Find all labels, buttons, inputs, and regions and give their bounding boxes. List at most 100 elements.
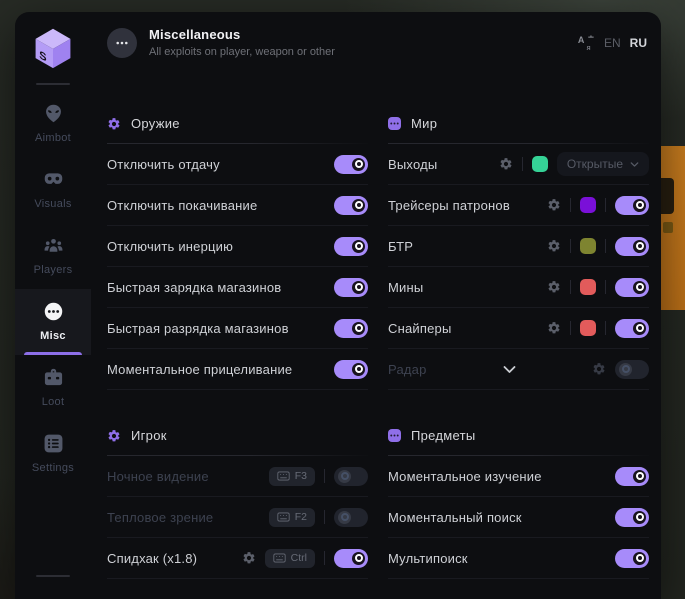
page-subtitle: All exploits on player, weapon or other: [149, 46, 335, 58]
setting-row-fast-reload: Быстрая зарядка магазинов: [107, 267, 368, 308]
setting-row-exits: Выходы Открытые: [388, 144, 649, 185]
exits-dropdown[interactable]: Открытые: [557, 152, 649, 176]
translate-icon: [577, 34, 595, 52]
setting-label: Отключить покачивание: [107, 198, 257, 213]
setting-row-fast-unload: Быстрая разрядка магазинов: [107, 308, 368, 349]
toggle-switch[interactable]: [334, 360, 368, 379]
color-swatch[interactable]: [580, 279, 596, 295]
players-icon: [43, 235, 64, 256]
setting-row-no-sway: Отключить покачивание: [107, 185, 368, 226]
section-title: Игрок: [131, 428, 167, 443]
sidebar-item-loot[interactable]: Loot: [15, 355, 91, 421]
hotkey-label: F3: [295, 470, 307, 482]
gear-icon[interactable]: [242, 551, 256, 565]
section-title: Мир: [411, 116, 437, 131]
control-divider: [324, 469, 325, 483]
background-artifact-mark: [661, 178, 674, 214]
cheat-menu-window: Aimbot Visuals Players Misc Loot Setting…: [15, 12, 661, 599]
section-badge: [107, 28, 137, 58]
gear-icon[interactable]: [547, 239, 561, 253]
toggle-switch[interactable]: [334, 278, 368, 297]
color-swatch[interactable]: [580, 238, 596, 254]
sidebar-item-players[interactable]: Players: [15, 223, 91, 289]
toggle-switch[interactable]: [334, 508, 368, 527]
toggle-switch[interactable]: [615, 360, 649, 379]
page-title: Miscellaneous: [149, 27, 335, 42]
sidebar-item-aimbot[interactable]: Aimbot: [15, 91, 91, 157]
sidebar: Aimbot Visuals Players Misc Loot Setting…: [15, 12, 91, 599]
expand-button[interactable]: [427, 365, 592, 374]
toggle-switch[interactable]: [334, 196, 368, 215]
sidebar-item-label: Aimbot: [35, 132, 71, 144]
chevron-down-icon: [630, 161, 639, 168]
keyboard-icon: [277, 471, 290, 481]
app-logo-icon: [31, 26, 75, 70]
setting-row-multisearch: Мультипоиск: [388, 538, 649, 579]
toggle-knob: [352, 552, 365, 565]
toggle-knob: [633, 281, 646, 294]
toggle-switch[interactable]: [615, 508, 649, 527]
control-divider: [605, 280, 606, 294]
setting-row-no-inertia: Отключить инерцию: [107, 226, 368, 267]
dropdown-value: Открытые: [567, 157, 623, 171]
language-switcher: EN RU: [577, 34, 647, 52]
hotkey-label: Ctrl: [291, 552, 307, 564]
sidebar-item-settings[interactable]: Settings: [15, 421, 91, 487]
lang-en-button[interactable]: EN: [604, 36, 621, 50]
sidebar-item-label: Misc: [40, 330, 66, 342]
gear-icon: [107, 429, 121, 443]
setting-label: Ночное видение: [107, 469, 209, 484]
sidebar-item-label: Settings: [32, 462, 74, 474]
setting-row-mines: Мины: [388, 267, 649, 308]
control-divider: [570, 321, 571, 335]
setting-label: Тепловое зрение: [107, 510, 213, 525]
gear-icon[interactable]: [499, 157, 513, 171]
setting-label: Отключить отдачу: [107, 157, 220, 172]
toggle-knob: [352, 240, 365, 253]
hotkey-badge[interactable]: Ctrl: [265, 549, 315, 568]
toggle-switch[interactable]: [334, 319, 368, 338]
sidebar-divider: [36, 575, 70, 577]
toggle-knob: [352, 158, 365, 171]
toggle-knob: [338, 511, 351, 524]
gear-icon[interactable]: [592, 362, 606, 376]
gear-icon[interactable]: [547, 321, 561, 335]
toggle-knob: [352, 281, 365, 294]
setting-row-speedhack: Спидхак (x1.8) Ctrl: [107, 538, 368, 579]
control-divider: [570, 280, 571, 294]
toggle-switch[interactable]: [334, 549, 368, 568]
toggle-switch[interactable]: [334, 237, 368, 256]
toggle-switch[interactable]: [615, 467, 649, 486]
setting-label: Выходы: [388, 157, 437, 172]
toggle-knob: [633, 470, 646, 483]
hotkey-badge[interactable]: F3: [269, 467, 315, 486]
lang-ru-button[interactable]: RU: [630, 36, 647, 50]
sidebar-item-visuals[interactable]: Visuals: [15, 157, 91, 223]
control-divider: [605, 198, 606, 212]
setting-row-no-recoil: Отключить отдачу: [107, 144, 368, 185]
color-swatch[interactable]: [580, 320, 596, 336]
toggle-switch[interactable]: [615, 549, 649, 568]
keyboard-icon: [273, 553, 286, 563]
sidebar-nav: Aimbot Visuals Players Misc Loot Setting…: [15, 91, 91, 487]
gear-icon[interactable]: [547, 280, 561, 294]
toggle-switch[interactable]: [334, 155, 368, 174]
toggle-knob: [633, 240, 646, 253]
gear-icon[interactable]: [547, 198, 561, 212]
toggle-switch[interactable]: [615, 196, 649, 215]
toggle-knob: [619, 363, 632, 376]
setting-row-radar: Радар: [388, 349, 649, 390]
toggle-switch[interactable]: [615, 237, 649, 256]
color-swatch[interactable]: [580, 197, 596, 213]
control-divider: [605, 321, 606, 335]
toggle-switch[interactable]: [615, 278, 649, 297]
control-divider: [324, 551, 325, 565]
hotkey-badge[interactable]: F2: [269, 508, 315, 527]
section-title: Предметы: [411, 428, 476, 443]
setting-row-instant-ads: Моментальное прицеливание: [107, 349, 368, 390]
color-swatch[interactable]: [532, 156, 548, 172]
toggle-switch[interactable]: [615, 319, 649, 338]
sidebar-item-misc[interactable]: Misc: [15, 289, 91, 355]
setting-label: Быстрая разрядка магазинов: [107, 321, 289, 336]
toggle-switch[interactable]: [334, 467, 368, 486]
